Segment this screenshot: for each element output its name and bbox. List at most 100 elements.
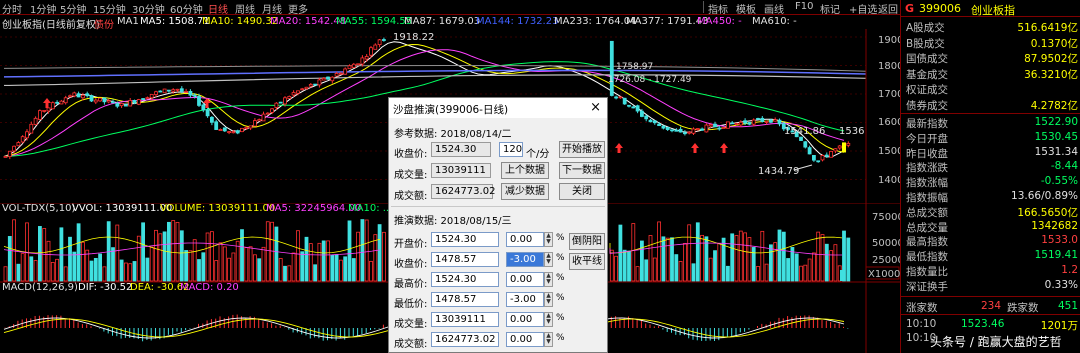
- period-tab-30min[interactable]: 30分钟: [132, 1, 165, 16]
- volume-bar: [59, 227, 64, 282]
- spinner-control[interactable]: ▲ ▼: [544, 272, 553, 287]
- current-candle: [842, 142, 846, 153]
- volume-bar: [154, 229, 158, 282]
- push-row-label: 最高价:: [394, 279, 428, 290]
- back-button[interactable]: 返回: [878, 1, 898, 16]
- volume-bar: [162, 231, 167, 282]
- dialog-titlebar[interactable]: 沙盘推演(399006-日线) ×: [389, 98, 607, 118]
- ref-close-field: 1524.30: [431, 142, 491, 157]
- volume-bar: [222, 246, 227, 282]
- f10-button[interactable]: F10: [795, 1, 813, 12]
- period-tab-daily[interactable]: 日线: [208, 1, 228, 16]
- close-dialog-button[interactable]: 关闭: [559, 183, 605, 200]
- volume-bar: [304, 236, 309, 282]
- candle-body: [81, 94, 85, 99]
- quote-row-value: 13.66/0.89%: [1011, 190, 1078, 202]
- push-pct-input[interactable]: 0.00: [506, 232, 544, 247]
- spin-down-icon[interactable]: ▼: [545, 339, 552, 345]
- y-tick-1400: 1400: [878, 175, 900, 186]
- quote-row-value: -8.44: [1050, 160, 1078, 173]
- push-value-input[interactable]: 1478.57: [431, 292, 499, 307]
- reference-data-label: 参考数据: 2018/08/14/二: [394, 129, 512, 140]
- push-value-input[interactable]: 1478.57: [431, 252, 499, 267]
- period-tab-1min[interactable]: 1分钟: [30, 1, 56, 16]
- ref-volume-label: 成交量:: [394, 170, 428, 181]
- volume-bar: [93, 257, 98, 282]
- volume-bar: [145, 257, 150, 282]
- candle-body: [20, 136, 25, 143]
- indicator-button[interactable]: 指标: [708, 1, 728, 16]
- volume-bar: [678, 261, 683, 282]
- quote-row-value: -0.55%: [1040, 175, 1078, 188]
- volume-bar: [704, 236, 709, 282]
- draw-line-button[interactable]: 画线: [764, 1, 784, 16]
- candle-body: [244, 126, 249, 129]
- push-value-input[interactable]: 13039111: [431, 312, 499, 327]
- push-value-input[interactable]: 1624773.02: [431, 332, 499, 347]
- period-tab-timeshare[interactable]: 分时: [2, 1, 22, 16]
- prev-data-button[interactable]: 上个数据: [501, 162, 549, 179]
- dif-value: DIF: -30.52: [78, 282, 133, 293]
- spin-down-icon[interactable]: ▼: [545, 259, 552, 265]
- period-tab-15min[interactable]: 15分钟: [93, 1, 126, 16]
- spin-down-icon[interactable]: ▼: [545, 279, 552, 285]
- volume-bar: [68, 236, 72, 282]
- period-tab-weekly[interactable]: 周线: [235, 1, 255, 16]
- volume-bar: [764, 263, 769, 282]
- quote-row-label: 指数振幅: [906, 192, 948, 204]
- quote-row: 今日开盘 1530.45: [901, 131, 1080, 145]
- candle-body: [665, 126, 670, 130]
- push-value-input[interactable]: 1524.30: [431, 232, 499, 247]
- volume-bar: [364, 219, 369, 282]
- speed-input[interactable]: 120: [499, 142, 523, 157]
- push-pct-input[interactable]: 0.00: [506, 312, 544, 327]
- spinner-control[interactable]: ▲ ▼: [544, 292, 553, 307]
- period-tab-5min[interactable]: 5分钟: [60, 1, 86, 16]
- volume-bar: [7, 236, 12, 282]
- spin-down-icon[interactable]: ▼: [545, 299, 552, 305]
- candle-body: [695, 128, 700, 130]
- candle-body: [291, 92, 296, 96]
- start-play-button[interactable]: 开始播放: [559, 141, 605, 158]
- volume-bar: [351, 258, 356, 282]
- next-data-button[interactable]: 下一数据: [559, 162, 605, 179]
- volume-bar: [683, 242, 687, 282]
- add-watchlist-button[interactable]: +自选: [849, 1, 877, 16]
- reduce-data-button[interactable]: 减少数据: [501, 183, 549, 200]
- candle-body: [141, 98, 146, 100]
- candle-body: [730, 122, 735, 125]
- vol-tick-50000: 50000: [872, 238, 900, 249]
- candle-body: [704, 124, 709, 133]
- template-button[interactable]: 模板: [736, 1, 756, 16]
- close-icon[interactable]: ×: [590, 100, 601, 115]
- volume-bar: [308, 243, 313, 282]
- push-pct-input[interactable]: -3.00: [506, 252, 544, 267]
- quote-panel: G 399006 创业板指 A股成交 516.6419亿 B股成交 0.1370亿 国债…: [900, 0, 1080, 353]
- period-tab-more[interactable]: 更多: [288, 1, 308, 16]
- period-tab-monthly[interactable]: 月线: [262, 1, 282, 16]
- candle-body: [726, 121, 730, 129]
- spinner-control[interactable]: ▲ ▼: [544, 332, 553, 347]
- volume-bar: [244, 247, 249, 282]
- push-pct-input[interactable]: 0.00: [506, 332, 544, 347]
- spinner-control[interactable]: ▲ ▼: [544, 312, 553, 327]
- volume-bar: [661, 236, 666, 282]
- flip-yinyang-button[interactable]: 倒阴阳: [569, 233, 605, 250]
- period-tab-60min[interactable]: 60分钟: [170, 1, 203, 16]
- spinner-control[interactable]: ▲ ▼: [544, 252, 553, 267]
- spin-down-icon[interactable]: ▼: [545, 319, 552, 325]
- quote-row-value: 516.6419亿: [1017, 22, 1078, 34]
- push-value-input[interactable]: 1524.30: [431, 272, 499, 287]
- candle-body: [356, 63, 361, 66]
- spinner-control[interactable]: ▲ ▼: [544, 232, 553, 247]
- push-pct-input[interactable]: -3.00: [506, 292, 544, 307]
- volume-bar: [648, 235, 653, 282]
- flat-close-button[interactable]: 收平线: [569, 253, 605, 270]
- candle-body: [734, 122, 739, 125]
- spin-down-icon[interactable]: ▼: [545, 239, 552, 245]
- push-pct-input[interactable]: 0.00: [506, 272, 544, 287]
- mark-button[interactable]: 标记: [820, 1, 840, 16]
- volume-bar: [55, 258, 59, 282]
- volume-bar: [820, 234, 825, 282]
- quote-row: 指数振幅 13.66/0.89%: [901, 190, 1080, 204]
